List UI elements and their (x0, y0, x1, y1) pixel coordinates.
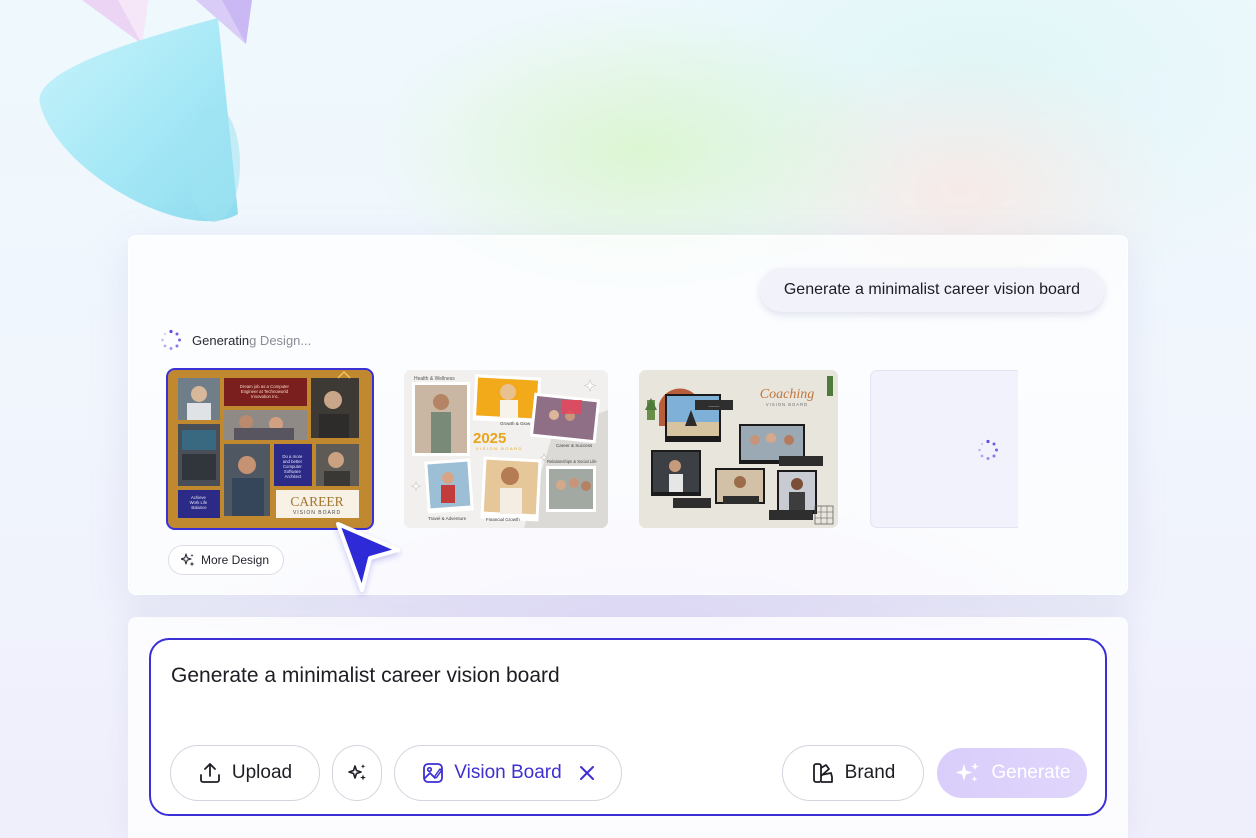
year-text: 2025 (473, 430, 506, 447)
design-thumbnail-2025[interactable]: Health & Wellness Growth & Glow Career &… (404, 370, 608, 528)
label-growth: Growth & Glow (500, 421, 531, 426)
career-box3-text: Achieve Work Life Balance (190, 495, 209, 510)
pointer-cursor-icon (336, 522, 400, 592)
more-design-button[interactable]: More Design (168, 545, 285, 575)
sparkle-icon (181, 553, 195, 567)
magic-enhance-button[interactable] (332, 745, 382, 801)
career-subtitle-text: VISION BOARD (293, 510, 341, 516)
design-thumbnail-loading (870, 370, 1018, 528)
brand-button[interactable]: Brand (782, 745, 924, 801)
label-relationship: Relationships & Social Life (547, 459, 597, 464)
vision-board-tag[interactable]: Vision Board (394, 745, 622, 801)
label-career: Career & Success (556, 443, 593, 448)
chat-panel: Generate a minimalist career vision boar… (128, 235, 1128, 595)
design-thumbnail-career[interactable]: Dream job as a Computer Engineer at Tech… (166, 368, 374, 530)
svg-text:———: ——— (709, 404, 720, 408)
prompt-panel: Generate a minimalist career vision boar… (128, 617, 1128, 838)
coaching-board-artwork: ——— Coaching VISION BOARD (639, 370, 838, 528)
career-board-artwork: Dream job as a Computer Engineer at Tech… (168, 370, 372, 528)
prompt-input[interactable]: Generate a minimalist career vision boar… (149, 638, 1107, 816)
upload-button[interactable]: Upload (170, 745, 320, 801)
vision-board-label: Vision Board (454, 762, 562, 783)
decorative-cone (39, 18, 240, 222)
brand-kit-icon (812, 763, 833, 783)
generate-sparkles-icon (955, 762, 980, 782)
label-health: Health & Wellness (414, 376, 455, 382)
2025-board-artwork: Health & Wellness Growth & Glow Career &… (404, 370, 608, 528)
2025-subtitle-text: VISION BOARD (476, 446, 523, 451)
generate-button[interactable]: Generate (937, 748, 1087, 798)
label-financial: Financial Growth (486, 517, 520, 522)
thumbnail-loading-spinner-icon (978, 439, 998, 460)
close-icon[interactable] (579, 765, 595, 781)
loading-spinner-icon (161, 329, 181, 350)
status-text: Generating Design... (192, 332, 312, 348)
generating-status: Generating Design... (160, 329, 311, 351)
coaching-title-text: Coaching (760, 387, 814, 402)
more-design-label: More Design (201, 553, 270, 567)
label-travel: Travel & Adventure (428, 516, 467, 521)
upload-icon (199, 763, 220, 783)
image-edit-icon (423, 763, 444, 783)
user-message-bubble: Generate a minimalist career vision boar… (759, 268, 1104, 312)
prompt-text[interactable]: Generate a minimalist career vision boar… (171, 664, 560, 688)
design-thumbnail-coaching[interactable]: ——— Coaching VISION BOARD (639, 370, 838, 528)
sparkles-icon (348, 764, 366, 781)
career-box2-text: Do a more and better Computer Software A… (282, 454, 303, 479)
upload-label: Upload (231, 762, 293, 783)
career-title-text: CAREER (290, 494, 343, 509)
generate-label: Generate (991, 762, 1071, 783)
brand-label: Brand (844, 762, 896, 783)
coaching-subtitle-text: VISION BOARD (766, 402, 808, 407)
